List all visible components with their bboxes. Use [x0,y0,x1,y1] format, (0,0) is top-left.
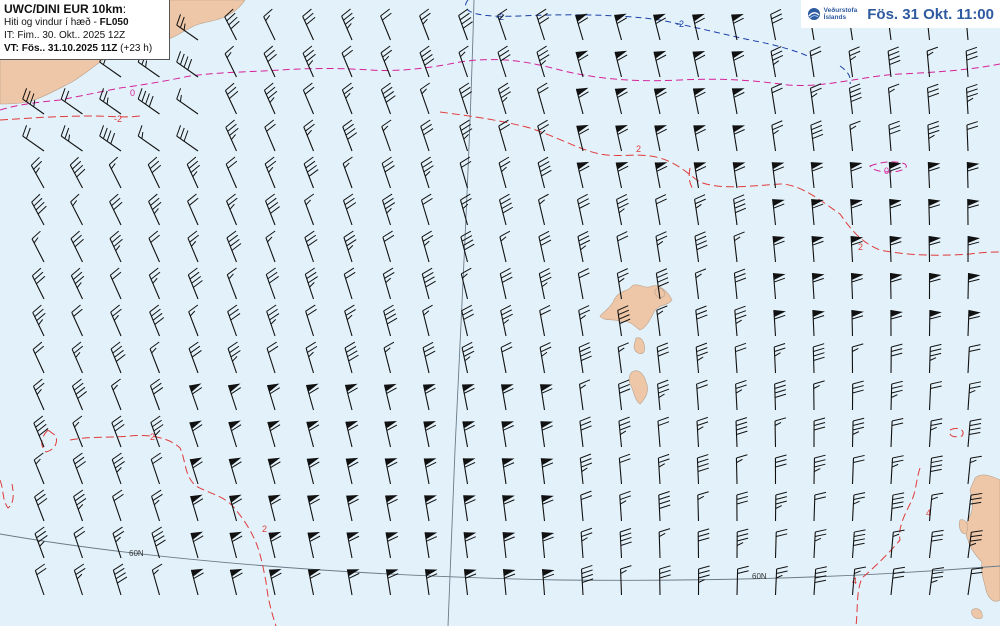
weather-map: 60N 60N -2 -2 0 0 -2 2 2 2 2 4 4 [0,0,1000,626]
contour-label: -2 [676,19,684,29]
contour-label: 2 [858,242,863,252]
valid-time-banner: Veðurstofa Íslands Fös. 31 Okt. 11:00 [800,0,1000,28]
parameter-line: Hiti og vindur í hæð - FL050 [4,17,129,28]
chart-info-box: UWC/DINI EUR 10km: Hiti og vindur í hæð … [0,0,170,60]
contour-label: 0 [884,166,889,176]
valid-time-line: VT: Fös.. 31.10.2025 11Z (+23 h) [4,43,153,54]
lat-label-60n-left: 60N [129,549,144,558]
valid-time: Fös. 31 Okt. 11:00 [867,5,994,23]
contour-label: 2 [636,144,641,154]
logo-text: Veðurstofa Íslands [823,7,858,21]
lat-label-60n-right: 60N [752,572,767,581]
contour-label: 0 [130,88,135,98]
vedurstofa-logo: Veðurstofa Íslands [807,7,858,21]
model-title: UWC/DINI EUR 10km: [4,2,127,16]
contour-label: 2 [262,524,267,534]
vedurstofa-logo-icon [807,8,820,20]
contour-label: -2 [114,114,122,124]
issue-time: IT: Fim.. 30. Okt.. 2025 12Z [4,30,126,41]
